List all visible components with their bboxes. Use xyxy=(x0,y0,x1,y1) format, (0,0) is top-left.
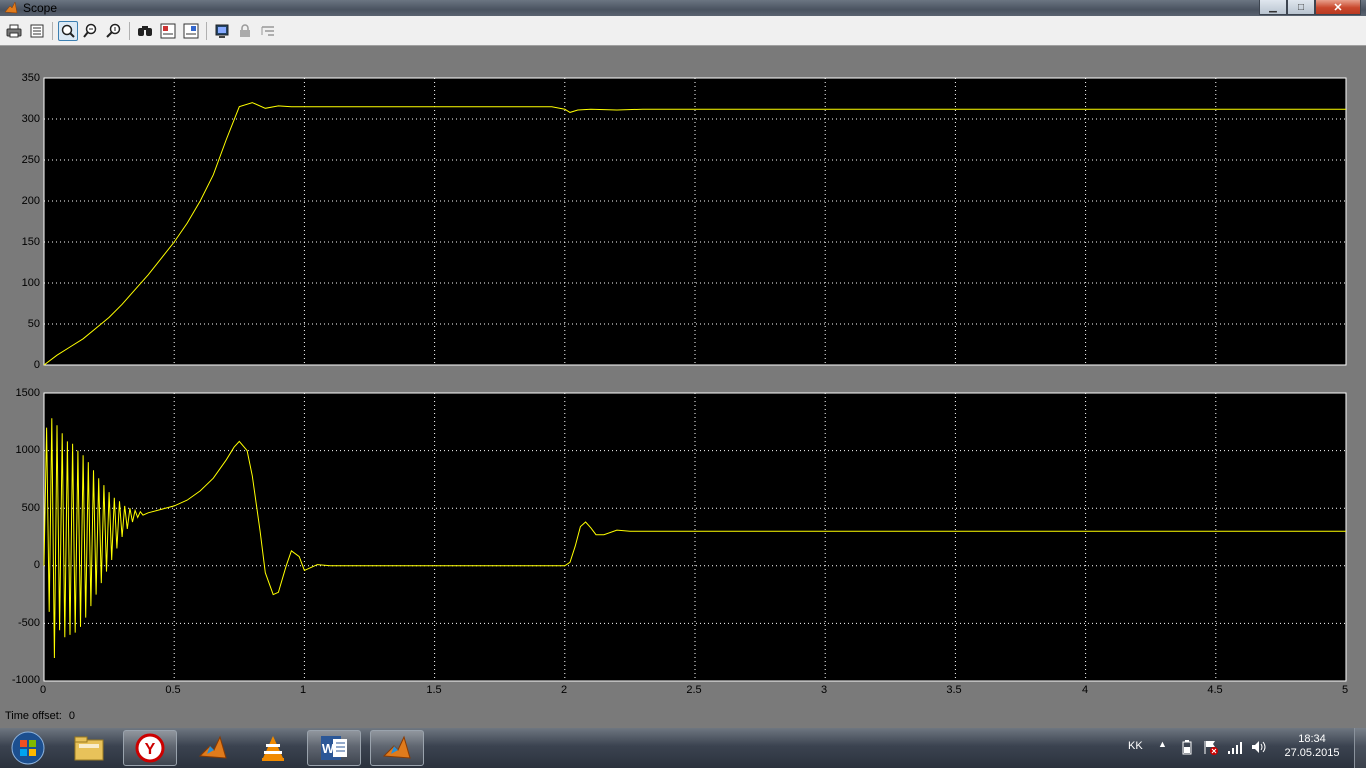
matlab-icon[interactable] xyxy=(186,730,240,766)
window-title: Scope xyxy=(23,1,58,15)
signal-selector-icon[interactable] xyxy=(258,21,278,41)
zoom-x-icon[interactable] xyxy=(81,21,101,41)
save-axes-icon[interactable] xyxy=(158,21,178,41)
ytick-label: 300 xyxy=(21,113,40,125)
floating-scope-icon[interactable] xyxy=(212,21,232,41)
print-icon[interactable] xyxy=(4,21,24,41)
xtick-label: 2.5 xyxy=(686,684,702,696)
windows-start-icon[interactable] xyxy=(2,730,54,766)
ytick-label: 150 xyxy=(21,236,40,248)
language-indicator[interactable]: KK xyxy=(1128,740,1143,752)
ytick-label: 350 xyxy=(21,72,40,84)
scope-plots[interactable] xyxy=(0,47,1366,727)
xtick-label: 1 xyxy=(299,684,307,696)
xtick-label: 4.5 xyxy=(1207,684,1223,696)
ytick-label: 0 xyxy=(33,359,40,371)
xtick-label: 5 xyxy=(1341,684,1349,696)
xtick-label: 3 xyxy=(820,684,828,696)
time-offset-value: 0 xyxy=(68,710,76,722)
close-button[interactable]: ✕ xyxy=(1315,0,1361,15)
parameters-icon[interactable] xyxy=(27,21,47,41)
time-offset: Time offset: 0 xyxy=(5,710,75,722)
ytick-label: 0 xyxy=(33,559,40,571)
xtick-label: 4 xyxy=(1081,684,1089,696)
minimize-button[interactable]: ▁ xyxy=(1259,0,1287,15)
show-hidden-icons-icon[interactable]: ▲ xyxy=(1158,739,1167,749)
autoscale-icon[interactable] xyxy=(135,21,155,41)
lock-axes-icon[interactable] xyxy=(235,21,255,41)
xtick-label: 0 xyxy=(39,684,47,696)
ytick-label: 200 xyxy=(21,195,40,207)
ytick-label: 50 xyxy=(27,318,40,330)
plot-area xyxy=(43,77,1347,366)
network-signal-icon[interactable] xyxy=(1227,739,1245,758)
scope-toolbar xyxy=(0,16,1366,46)
action-center-flag-icon[interactable] xyxy=(1203,739,1219,758)
ytick-label: 100 xyxy=(21,277,40,289)
zoom-y-icon[interactable] xyxy=(104,21,124,41)
zoom-icon[interactable] xyxy=(58,21,78,41)
yandex-glyph: Y xyxy=(145,741,156,758)
ytick-label: -500 xyxy=(17,617,40,629)
clock[interactable]: 18:34 27.05.2015 xyxy=(1284,733,1340,759)
xtick-label: 3.5 xyxy=(946,684,962,696)
time-offset-label: Time offset: xyxy=(5,710,62,722)
word-icon[interactable]: W xyxy=(307,730,361,766)
ytick-label: 250 xyxy=(21,154,40,166)
restore-axes-icon[interactable] xyxy=(181,21,201,41)
clock-date: 27.05.2015 xyxy=(1284,747,1340,759)
ytick-label: 500 xyxy=(21,502,40,514)
matlab-app-icon xyxy=(4,1,18,15)
clock-time: 18:34 xyxy=(1298,733,1326,745)
yandex-browser-icon[interactable]: Y xyxy=(123,730,177,766)
show-desktop-button[interactable] xyxy=(1354,728,1366,768)
xtick-label: 2 xyxy=(560,684,568,696)
ytick-label: 1000 xyxy=(15,444,40,456)
xtick-label: 1.5 xyxy=(426,684,442,696)
taskbar: Y W KK ▲ 18:34 27.05.2015 xyxy=(0,728,1366,768)
window-title-bar[interactable]: Scope ▁ □ ✕ xyxy=(0,0,1366,16)
file-explorer-icon[interactable] xyxy=(62,730,116,766)
vlc-icon[interactable] xyxy=(246,730,300,766)
plot-bottom-axes[interactable] xyxy=(43,392,1347,682)
maximize-button[interactable]: □ xyxy=(1287,0,1315,15)
word-glyph: W xyxy=(322,741,335,756)
matlab-simulink-icon[interactable] xyxy=(370,730,424,766)
ytick-label: 1500 xyxy=(15,387,40,399)
plot-top-axes[interactable] xyxy=(43,77,1347,366)
xtick-label: 0.5 xyxy=(165,684,181,696)
battery-icon[interactable] xyxy=(1181,739,1193,758)
volume-icon[interactable] xyxy=(1250,739,1268,758)
